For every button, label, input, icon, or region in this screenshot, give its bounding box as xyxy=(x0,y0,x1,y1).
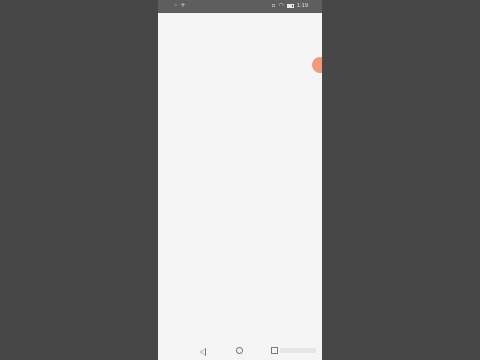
notification-icon: ◦ xyxy=(174,2,178,9)
floating-assistive-button[interactable] xyxy=(312,57,322,73)
home-icon[interactable] xyxy=(236,347,243,354)
status-bar: ◦ + ▫ ◠ 1:19 xyxy=(158,0,322,13)
blank-content-area xyxy=(158,13,322,343)
sim-icon: ▫ xyxy=(271,2,276,9)
navigation-bar xyxy=(158,343,322,360)
sync-icon: + xyxy=(180,2,186,9)
status-left-icons: ◦ + xyxy=(174,3,186,9)
phone-screen: ◦ + ▫ ◠ 1:19 xyxy=(158,0,322,360)
status-right-icons: ▫ ◠ 1:19 xyxy=(271,2,308,10)
back-icon[interactable] xyxy=(200,348,206,356)
status-time: 1:19 xyxy=(296,3,308,9)
watermark xyxy=(280,348,316,353)
wifi-icon: ◠ xyxy=(278,2,284,9)
recent-apps-icon[interactable] xyxy=(271,347,278,354)
battery-icon xyxy=(286,4,294,8)
